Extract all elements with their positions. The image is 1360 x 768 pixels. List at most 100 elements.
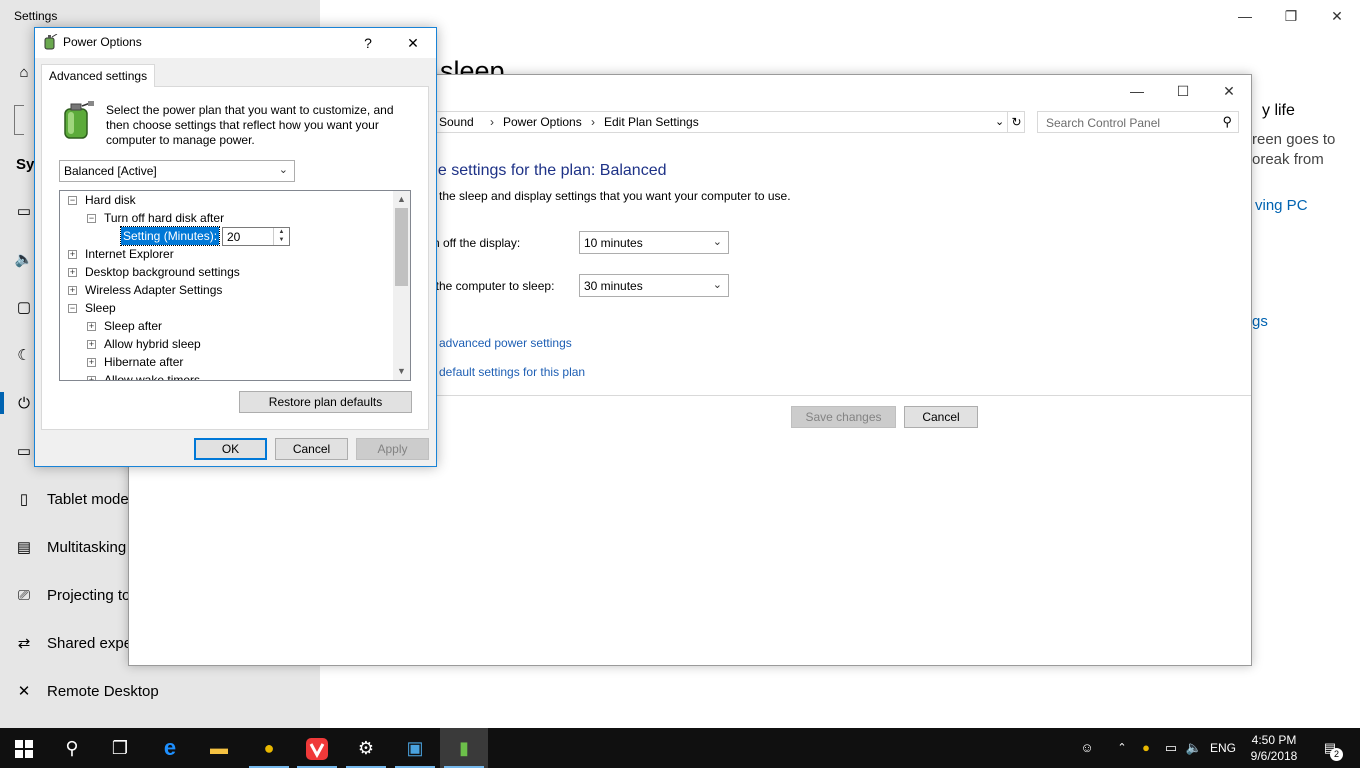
- sleep-dropdown[interactable]: 30 minutes ⌄: [579, 274, 729, 297]
- multitasking-icon: ▤: [16, 539, 32, 556]
- expand-icon[interactable]: +: [87, 322, 96, 331]
- sleep-value: 30 minutes: [584, 279, 643, 293]
- refresh-icon[interactable]: ↻: [1007, 112, 1025, 132]
- help-button[interactable]: ?: [348, 30, 388, 56]
- plan-select-dropdown[interactable]: Balanced [Active] ⌄: [59, 160, 295, 182]
- dialog-cancel-button[interactable]: Cancel: [275, 438, 348, 460]
- divider: [429, 395, 1251, 396]
- dialog-close-button[interactable]: ✕: [393, 30, 433, 56]
- scroll-up-icon[interactable]: ▲: [393, 191, 410, 208]
- search-box-icon: [14, 105, 24, 135]
- task-view-icon[interactable]: ❐: [96, 728, 144, 768]
- cpl-minimize-button[interactable]: —: [1114, 77, 1160, 105]
- chevron-down-icon: ⌄: [712, 236, 722, 248]
- search-control-panel-input[interactable]: Search Control Panel ⚲: [1037, 111, 1239, 133]
- search-placeholder: Search Control Panel: [1046, 116, 1161, 130]
- ok-button[interactable]: OK: [194, 438, 267, 460]
- setting-minutes-spinbox[interactable]: 20 ▲ ▼: [222, 227, 290, 246]
- file-explorer-icon[interactable]: ▬: [195, 728, 243, 768]
- home-icon: ⌂: [19, 64, 29, 81]
- plan-heading: ge settings for the plan: Balanced: [429, 162, 667, 179]
- tree-item-label: Internet Explorer: [85, 247, 174, 261]
- restore-button[interactable]: ❐: [1268, 4, 1314, 28]
- tree-scrollbar[interactable]: ▲ ▼: [393, 191, 410, 380]
- expand-icon[interactable]: +: [87, 376, 96, 380]
- plan-subtitle: e the sleep and display settings that yo…: [429, 189, 791, 203]
- power-icon: ⏻: [18, 395, 30, 412]
- selected-indicator: [0, 392, 4, 414]
- sidebar-item-label: Shared expe: [47, 635, 133, 652]
- expand-icon[interactable]: +: [87, 358, 96, 367]
- expand-icon[interactable]: +: [68, 286, 77, 295]
- sidebar-item-label: Tablet mode: [47, 491, 129, 508]
- display-off-dropdown[interactable]: 10 minutes ⌄: [579, 231, 729, 254]
- cpl-close-button[interactable]: ✕: [1206, 77, 1252, 105]
- notifications-icon: ▢: [16, 299, 32, 316]
- tab-advanced-settings[interactable]: Advanced settings: [41, 64, 156, 87]
- advanced-power-settings-link[interactable]: e advanced power settings: [429, 336, 572, 350]
- display-off-label: rn off the display:: [429, 236, 521, 250]
- collapse-icon[interactable]: −: [87, 214, 96, 223]
- breadcrumb-edit-plan: Edit Plan Settings: [604, 115, 699, 129]
- spin-down-icon[interactable]: ▼: [273, 236, 289, 245]
- cpl-maximize-button[interactable]: ☐: [1160, 77, 1206, 105]
- advanced-settings-panel: Select the power plan that you want to c…: [41, 86, 429, 430]
- clock-time: 4:50 PM: [1251, 733, 1297, 747]
- antivirus-tray-icon[interactable]: ●: [1136, 728, 1156, 768]
- sidebar-item-label: Projecting to: [47, 587, 131, 604]
- scroll-down-icon[interactable]: ▼: [393, 363, 410, 380]
- collapse-icon[interactable]: −: [68, 196, 77, 205]
- expand-icon[interactable]: +: [87, 340, 96, 349]
- battery-icon: ▭: [16, 443, 32, 460]
- display-off-value: 10 minutes: [584, 236, 643, 250]
- dialog-titlebar: Power Options ? ✕: [35, 28, 436, 58]
- break-from-text: oreak from: [1252, 151, 1324, 168]
- power-options-icon: [42, 33, 58, 50]
- power-options-dialog: Power Options ? ✕ Advanced settings Sele…: [34, 27, 437, 467]
- expand-icon[interactable]: +: [68, 268, 77, 277]
- tree-item-label: Hibernate after: [104, 355, 184, 369]
- antivirus-icon[interactable]: ●: [245, 728, 293, 768]
- settings-title: Settings: [14, 9, 58, 23]
- apply-button[interactable]: Apply: [356, 438, 429, 460]
- close-button[interactable]: ✕: [1314, 4, 1360, 28]
- restore-default-settings-link[interactable]: e default settings for this plan: [429, 365, 585, 379]
- cpl-cancel-button[interactable]: Cancel: [904, 406, 978, 428]
- sidebar-item-label: Multitasking: [47, 539, 127, 556]
- additional-settings-link[interactable]: gs: [1252, 313, 1268, 330]
- sidebar-item-remote-desktop[interactable]: ✕ Remote Desktop: [0, 672, 320, 712]
- minimize-button[interactable]: —: [1222, 4, 1268, 28]
- chevron-down-icon: ⌄: [712, 279, 722, 291]
- setting-minutes-label[interactable]: Setting (Minutes):: [119, 226, 221, 246]
- address-dropdown-icon[interactable]: ⌄: [995, 115, 1004, 128]
- network-icon[interactable]: ▭: [1160, 728, 1182, 768]
- projecting-icon: ⎚: [17, 587, 30, 604]
- control-panel-icon[interactable]: ▣: [391, 728, 439, 768]
- search-icon[interactable]: ⚲: [48, 728, 96, 768]
- vivaldi-icon[interactable]: [293, 728, 341, 768]
- edge-icon[interactable]: e: [146, 728, 194, 768]
- dialog-description: Select the power plan that you want to c…: [106, 103, 394, 147]
- volume-icon[interactable]: 🔈: [1184, 728, 1204, 768]
- save-changes-button[interactable]: Save changes: [791, 406, 896, 428]
- scrollbar-thumb[interactable]: [395, 208, 408, 286]
- collapse-icon[interactable]: −: [68, 304, 77, 313]
- settings-icon[interactable]: ⚙: [342, 728, 390, 768]
- plan-select-value: Balanced [Active]: [64, 164, 157, 178]
- people-icon[interactable]: ☺: [1075, 728, 1099, 768]
- sidebar-item-label: Remote Desktop: [47, 683, 159, 700]
- advanced-settings-tree[interactable]: − Hard disk − Turn off hard disk after S…: [59, 190, 411, 381]
- restore-plan-defaults-button[interactable]: Restore plan defaults: [239, 391, 412, 413]
- language-indicator[interactable]: ENG: [1208, 728, 1238, 768]
- show-hidden-icons-icon[interactable]: ⌃: [1112, 728, 1132, 768]
- expand-icon[interactable]: +: [68, 250, 77, 259]
- breadcrumb-power-options[interactable]: Power Options: [503, 115, 582, 129]
- shared-experiences-icon: ⇄: [17, 635, 31, 652]
- power-options-icon[interactable]: ▮: [440, 728, 488, 768]
- setting-minutes-value: 20: [227, 230, 241, 244]
- clock[interactable]: 4:50 PM 9/6/2018: [1240, 732, 1308, 764]
- saving-pc-link[interactable]: ving PC: [1255, 197, 1308, 214]
- breadcrumb-separator-icon: ›: [490, 115, 494, 129]
- screen-goes-text: reen goes to: [1252, 131, 1336, 148]
- start-icon[interactable]: [0, 728, 48, 768]
